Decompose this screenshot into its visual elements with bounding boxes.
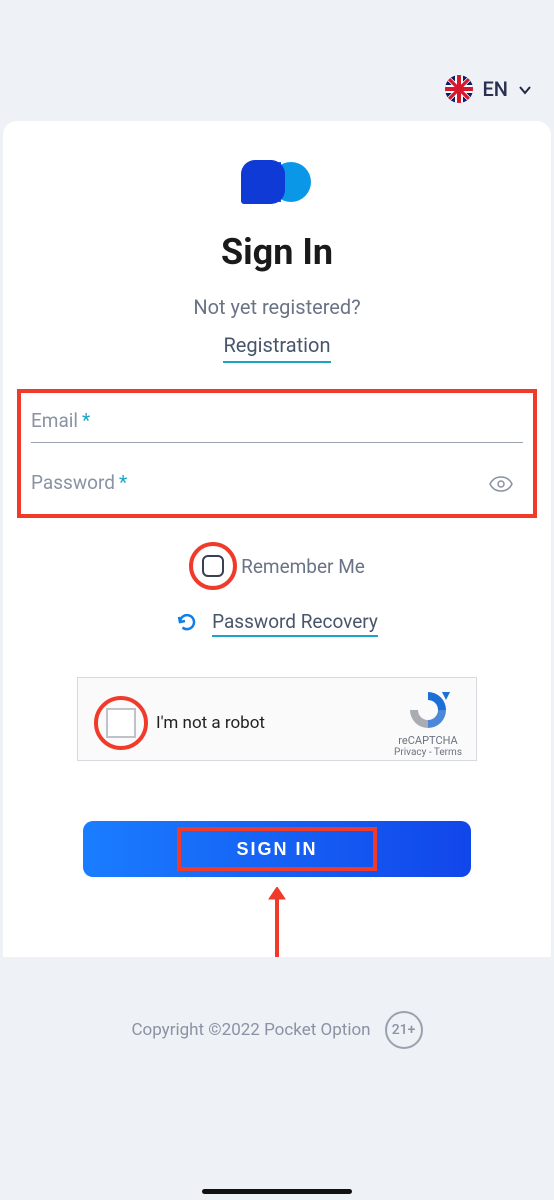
recaptcha-branding: reCAPTCHA Privacy - Terms <box>394 688 462 758</box>
remember-label: Remember Me <box>241 555 365 578</box>
email-field[interactable]: Email* <box>31 401 523 443</box>
signin-button-label: SIGN IN <box>236 839 317 860</box>
eye-icon[interactable] <box>489 476 513 496</box>
app-logo <box>23 157 531 207</box>
age-badge: 21+ <box>385 1011 423 1049</box>
signin-button[interactable]: SIGN IN <box>83 821 471 877</box>
signin-card: Sign In Not yet registered? Registration… <box>3 121 551 957</box>
copyright-text: Copyright ©2022 Pocket Option <box>131 1020 370 1040</box>
password-label: Password* <box>31 471 127 494</box>
footer: Copyright ©2022 Pocket Option 21+ <box>0 991 554 1057</box>
arrow-up-icon <box>83 887 471 957</box>
subtext: Not yet registered? <box>23 295 531 319</box>
email-label: Email* <box>31 409 90 432</box>
language-label: EN <box>483 77 509 101</box>
remember-checkbox[interactable] <box>202 555 224 577</box>
registration-link[interactable]: Registration <box>223 333 330 363</box>
captcha-checkbox[interactable] <box>106 708 136 738</box>
home-indicator <box>202 1189 352 1194</box>
captcha-highlight-circle <box>94 696 148 750</box>
remember-highlight-circle <box>189 542 237 590</box>
recaptcha-icon <box>406 688 450 732</box>
chevron-down-icon <box>518 82 532 96</box>
password-recovery-link[interactable]: Password Recovery <box>212 610 378 637</box>
page-title: Sign In <box>23 231 531 273</box>
captcha-label: I'm not a robot <box>156 713 265 733</box>
recaptcha-links[interactable]: Privacy - Terms <box>394 747 462 758</box>
password-field[interactable]: Password* <box>31 443 523 504</box>
recaptcha-widget: I'm not a robot reCAPTCHA Privacy - Term… <box>77 677 477 761</box>
language-selector[interactable]: EN <box>0 75 554 121</box>
credentials-highlight-box: Email* Password* <box>17 389 537 518</box>
refresh-icon <box>176 611 198 637</box>
recaptcha-brand-text: reCAPTCHA <box>394 734 462 747</box>
uk-flag-icon <box>445 75 473 103</box>
